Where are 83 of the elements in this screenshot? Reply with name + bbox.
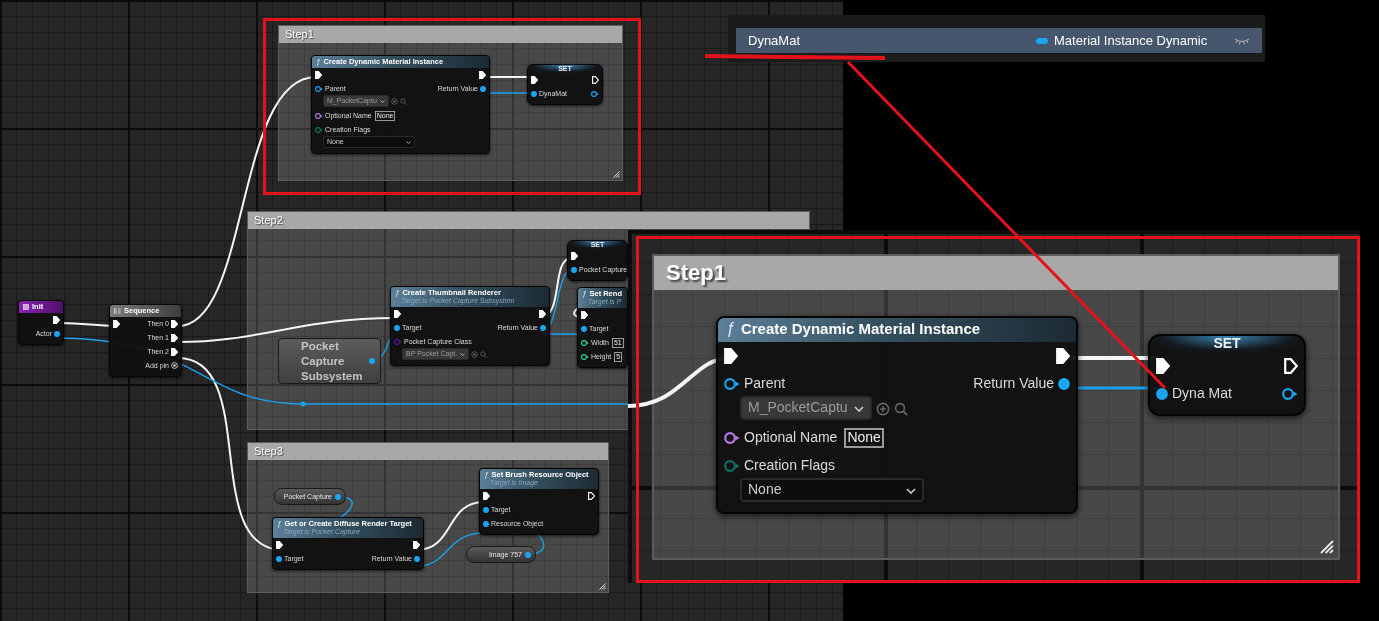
data-pin[interactable] bbox=[276, 555, 282, 562]
variable-name: DynaMat bbox=[748, 33, 802, 48]
variable-type: Material Instance Dynamic bbox=[1054, 33, 1209, 48]
data-pin[interactable] bbox=[1282, 387, 1298, 399]
exec-pin[interactable] bbox=[724, 347, 738, 363]
caret-icon bbox=[406, 140, 411, 144]
exec-pin[interactable] bbox=[413, 540, 420, 549]
sequence-icon bbox=[114, 308, 121, 314]
function-glyph: ƒ bbox=[484, 471, 489, 479]
browse-icon[interactable] bbox=[471, 350, 479, 358]
data-pin[interactable] bbox=[315, 113, 323, 119]
caret-icon bbox=[853, 405, 864, 411]
pin-label: Creation Flags bbox=[744, 457, 836, 473]
data-pin[interactable] bbox=[591, 90, 599, 97]
set-node[interactable]: SET Dyna Mat bbox=[1148, 334, 1306, 416]
exec-pin[interactable] bbox=[1056, 347, 1070, 363]
variable-row[interactable]: DynaMat Material Instance Dynamic bbox=[736, 28, 1262, 53]
data-pin[interactable] bbox=[483, 506, 489, 513]
exec-pin[interactable] bbox=[53, 315, 60, 324]
data-pin[interactable] bbox=[394, 324, 400, 331]
pin-label: Optional Name bbox=[744, 430, 838, 446]
exec-pin[interactable] bbox=[588, 491, 595, 500]
pin-label: Dyna Mat bbox=[1172, 385, 1232, 401]
dropdown-field[interactable]: M_PocketCaptu bbox=[740, 396, 872, 420]
data-pin[interactable] bbox=[581, 354, 589, 360]
text-field[interactable]: None bbox=[843, 428, 885, 448]
exec-pin[interactable] bbox=[113, 319, 120, 328]
data-pin[interactable] bbox=[480, 85, 486, 92]
data-pin[interactable] bbox=[540, 324, 546, 331]
exec-pin[interactable] bbox=[394, 309, 401, 318]
resize-grip-icon[interactable] bbox=[599, 583, 606, 590]
exec-pin[interactable] bbox=[1284, 357, 1298, 373]
node-title: Pocket Capture Subsystem bbox=[301, 338, 363, 384]
pin-label: Return Value bbox=[973, 375, 1054, 391]
data-pin[interactable] bbox=[315, 85, 323, 92]
exec-pin[interactable] bbox=[171, 347, 178, 356]
exec-pin[interactable] bbox=[539, 309, 546, 318]
variable-type-icon bbox=[1036, 37, 1048, 44]
node-title: Create Dynamic Material Instance bbox=[740, 322, 981, 338]
data-pin[interactable] bbox=[483, 520, 489, 527]
exec-pin[interactable] bbox=[315, 70, 322, 79]
data-pin[interactable] bbox=[724, 432, 740, 444]
browse-icon[interactable] bbox=[390, 97, 398, 105]
data-pin[interactable] bbox=[54, 330, 60, 337]
caret-icon bbox=[460, 352, 466, 356]
caret-icon bbox=[906, 487, 916, 493]
eye-icon[interactable] bbox=[1234, 36, 1250, 45]
function-node[interactable]: ƒ Create Dynamic Material Instance Parent M_PocketCaptu Return Value Optional Name None Creation Flags None bbox=[716, 316, 1078, 514]
data-pin[interactable] bbox=[1058, 377, 1070, 389]
exec-pin[interactable] bbox=[276, 540, 283, 549]
data-pin[interactable] bbox=[724, 377, 740, 389]
data-pin[interactable] bbox=[571, 266, 577, 273]
pin-label: Parent bbox=[744, 375, 786, 391]
exec-pin[interactable] bbox=[479, 70, 486, 79]
function-glyph: ƒ bbox=[395, 289, 400, 297]
exec-pin[interactable] bbox=[171, 333, 178, 342]
function-glyph: ƒ bbox=[277, 520, 282, 528]
data-pin[interactable] bbox=[414, 555, 420, 562]
exec-pin[interactable] bbox=[571, 251, 578, 260]
browse-icon[interactable] bbox=[875, 401, 890, 415]
data-pin[interactable] bbox=[531, 90, 537, 97]
reroute-dot[interactable] bbox=[300, 401, 306, 407]
exec-pin[interactable] bbox=[531, 75, 538, 84]
exec-pin[interactable] bbox=[592, 75, 599, 84]
exec-pin[interactable] bbox=[171, 319, 178, 328]
node-title: SET bbox=[1150, 336, 1304, 352]
function-glyph: ƒ bbox=[582, 290, 587, 298]
caret-icon bbox=[379, 99, 385, 103]
data-pin[interactable] bbox=[581, 325, 587, 332]
exec-pin[interactable] bbox=[581, 310, 588, 319]
exec-pin[interactable] bbox=[1156, 357, 1170, 373]
search-icon[interactable] bbox=[893, 401, 908, 415]
exec-pin[interactable] bbox=[483, 491, 490, 500]
event-icon bbox=[23, 304, 29, 310]
resize-grip-icon[interactable] bbox=[1320, 540, 1334, 554]
function-glyph: ƒ bbox=[316, 58, 321, 66]
resize-grip-icon[interactable] bbox=[613, 171, 620, 178]
dropdown-field[interactable]: None bbox=[740, 478, 924, 502]
data-pin[interactable] bbox=[581, 340, 589, 346]
subsystem-node[interactable]: Pocket Capture Subsystem bbox=[278, 338, 381, 384]
add-pin-icon[interactable] bbox=[171, 362, 178, 369]
data-pin[interactable] bbox=[1156, 387, 1168, 399]
function-glyph: ƒ bbox=[726, 322, 735, 338]
